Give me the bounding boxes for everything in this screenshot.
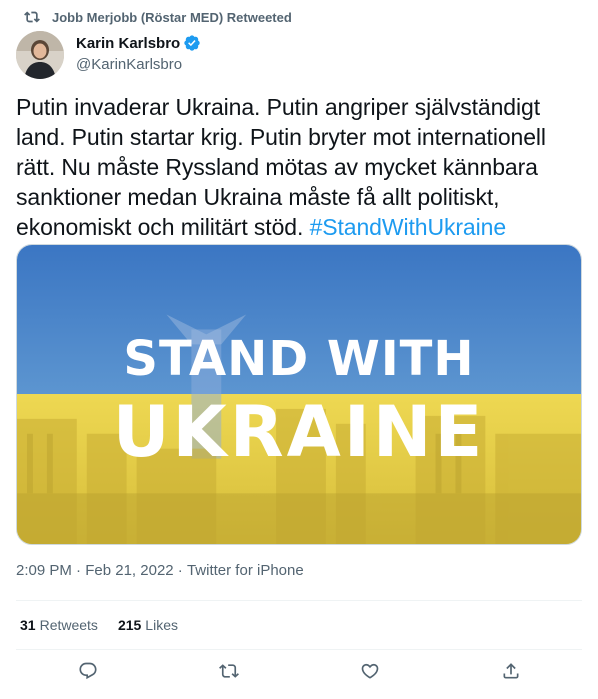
retweet-icon	[219, 661, 239, 686]
verified-badge-icon	[183, 34, 201, 52]
likes-count: 215	[117, 617, 142, 633]
retweet-header[interactable]: Jobb Merjobb (Röstar MED) Retweeted	[16, 7, 292, 27]
media-headline-line2: UKRAINE	[112, 391, 486, 473]
meta-separator: ·	[173, 562, 187, 579]
divider	[16, 600, 582, 601]
author-handle[interactable]: @KarinKarlsbro	[76, 55, 201, 75]
tweet-text: Putin invaderar Ukraina. Putin angriper …	[16, 92, 582, 242]
meta-separator: ·	[71, 562, 86, 579]
author-info: Karin Karlsbro @KarinKarlsbro	[76, 33, 201, 75]
hashtag-link[interactable]: #StandWithUkraine	[310, 214, 507, 240]
reply-button[interactable]	[77, 662, 99, 684]
retweets-count: 31	[20, 617, 36, 633]
tweet-stats: 31 Retweets 215 Likes	[20, 617, 198, 633]
retweet-header-text: Jobb Merjobb (Röstar MED) Retweeted	[52, 9, 292, 25]
likes-stat[interactable]: 215 Likes	[118, 617, 178, 633]
retweet-icon	[24, 9, 40, 25]
reply-icon	[78, 661, 98, 686]
retweets-stat[interactable]: 31 Retweets	[20, 617, 98, 633]
like-button[interactable]	[359, 662, 381, 684]
likes-label: Likes	[145, 617, 178, 633]
tweet-date[interactable]: Feb 21, 2022	[85, 562, 173, 579]
share-icon	[501, 661, 521, 686]
tweet-media-image[interactable]: STAND WITH UKRAINE	[16, 244, 582, 545]
tweet-time[interactable]: 2:09 PM	[16, 562, 72, 579]
tweet-source[interactable]: Twitter for iPhone	[187, 562, 304, 579]
tweet-actions	[0, 662, 598, 688]
heart-icon	[360, 661, 380, 686]
retweet-button[interactable]	[218, 662, 240, 684]
avatar[interactable]	[16, 31, 64, 79]
divider	[16, 649, 582, 650]
share-button[interactable]	[500, 662, 522, 684]
retweets-label: Retweets	[39, 617, 98, 633]
tweet-meta: 2:09 PM · Feb 21, 2022 · Twitter for iPh…	[16, 562, 304, 579]
author-name[interactable]: Karin Karlsbro	[76, 35, 180, 52]
media-headline-line1: STAND WITH	[123, 331, 475, 387]
